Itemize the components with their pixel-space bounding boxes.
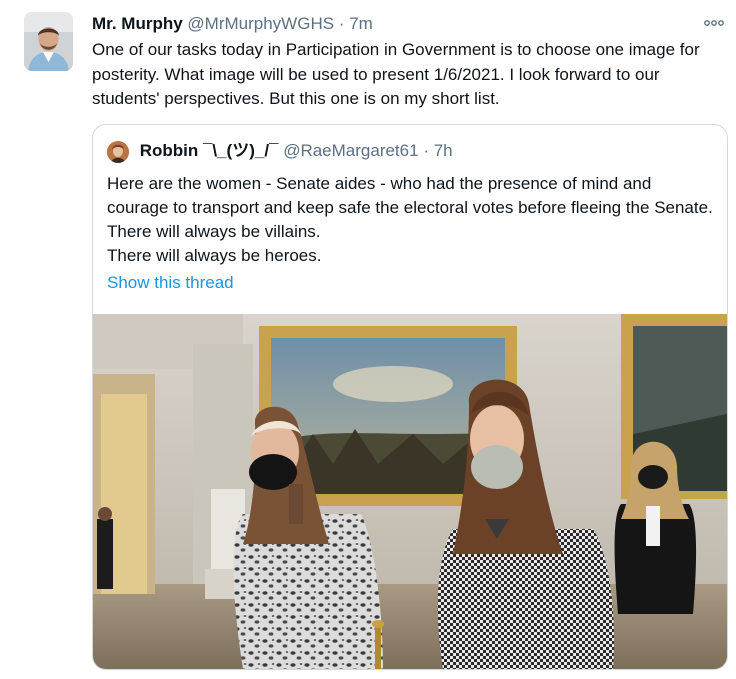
rotunda-photo (93, 314, 727, 669)
quoted-time[interactable]: 7h (434, 141, 453, 160)
quoted-author-handle[interactable]: @RaeMargaret61 (283, 141, 418, 160)
tweet-header: Mr. Murphy @MrMurphyWGHS · 7m (92, 12, 373, 36)
author-name[interactable]: Mr. Murphy (92, 14, 183, 33)
quoted-author-avatar[interactable] (107, 140, 129, 163)
quoted-author-name[interactable]: Robbin ¯\_(ツ)_/¯ (140, 141, 279, 160)
tweet-card[interactable]: Mr. Murphy @MrMurphyWGHS · 7m One of our… (0, 0, 736, 679)
show-thread-link[interactable]: Show this thread (107, 273, 234, 293)
quoted-separator-dot: · (423, 141, 429, 160)
quoted-tweet[interactable]: Robbin ¯\_(ツ)_/¯ @RaeMargaret61 · 7h Her… (92, 124, 728, 670)
quoted-paragraph: Here are the women - Senate aides - who … (107, 174, 713, 241)
author-avatar[interactable] (24, 12, 73, 71)
more-options-icon[interactable] (702, 12, 726, 36)
quoted-header: Robbin ¯\_(ツ)_/¯ @RaeMargaret61 · 7h (107, 138, 453, 164)
quoted-photo[interactable] (93, 314, 727, 669)
tweet-time[interactable]: 7m (349, 14, 373, 33)
quoted-paragraph: There will always be heroes. (107, 246, 322, 265)
quoted-text: Here are the women - Senate aides - who … (107, 172, 717, 268)
avatar-portrait (24, 12, 73, 71)
separator-dot: · (338, 14, 345, 33)
tweet-text: One of our tasks today in Participation … (92, 40, 700, 108)
author-handle[interactable]: @MrMurphyWGHS (187, 14, 334, 33)
